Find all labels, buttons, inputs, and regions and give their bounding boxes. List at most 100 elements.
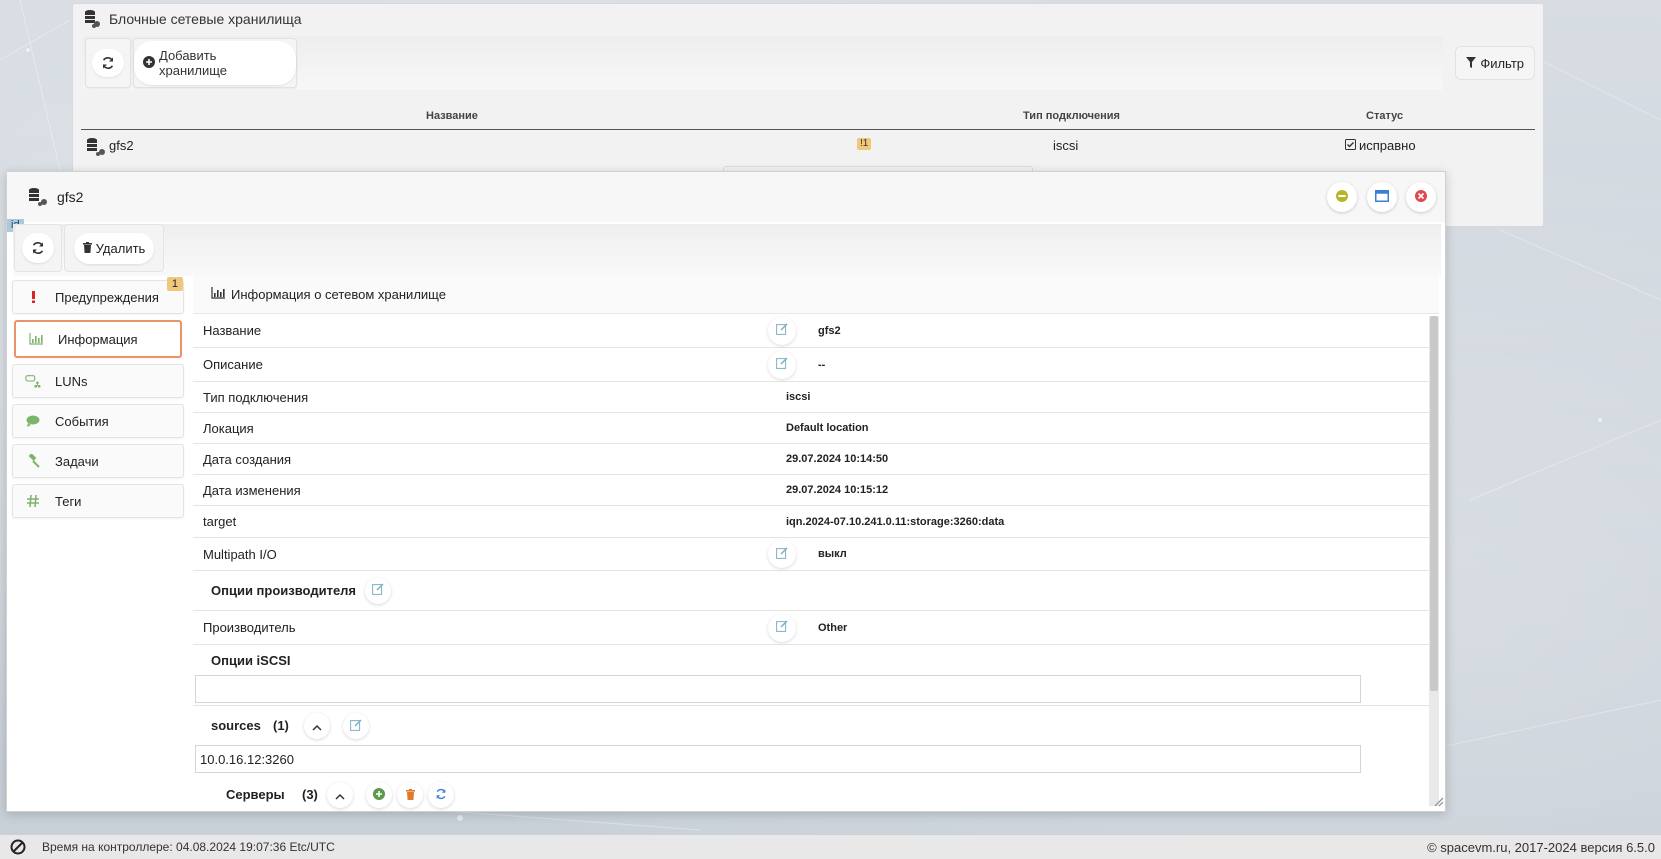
edit-vendor-button[interactable] — [768, 613, 796, 642]
row-value: -- — [818, 358, 826, 371]
trash-icon — [82, 241, 92, 256]
bar-chart-icon — [211, 287, 225, 302]
copyright-version: © spacevm.ru, 2017-2024 версия 6.5.0 — [1427, 839, 1655, 855]
collapse-servers-button[interactable] — [327, 782, 353, 808]
filter-button[interactable]: Фильтр — [1455, 46, 1535, 80]
iscsi-options-field[interactable] — [195, 675, 1361, 703]
info-rows: Название gfs2 Описание -- Тип подключени… — [193, 314, 1429, 812]
sidebar-item-label: Теги — [55, 493, 82, 509]
table-header: Название Тип подключения Статус — [81, 100, 1535, 130]
sidebar-item-label: Информация — [58, 331, 138, 347]
refresh-servers-button[interactable] — [428, 782, 454, 808]
sidebar-item-label: LUNs — [55, 373, 88, 389]
edit-icon — [350, 718, 362, 734]
edit-icon — [776, 357, 788, 372]
edit-vendor-options-button[interactable] — [365, 577, 391, 604]
sidebar-item-info[interactable]: Информация — [14, 320, 182, 358]
source-value: 10.0.16.12:3260 — [200, 751, 294, 767]
edit-name-button[interactable] — [768, 316, 796, 345]
info-section-header: Информация о сетевом хранилище — [193, 276, 1439, 314]
comment-icon — [25, 415, 41, 427]
row-name: gfs2 — [109, 138, 134, 153]
sidebar-item-tasks[interactable]: Задачи — [12, 444, 184, 478]
info-row-multipath: Multipath I/O выкл — [193, 538, 1429, 571]
edit-multipath-button[interactable] — [768, 540, 796, 568]
maximize-button[interactable] — [1367, 182, 1397, 212]
row-label: Локация — [203, 420, 254, 436]
minus-circle-icon — [1335, 189, 1349, 206]
window-titlebar[interactable]: gfs2 — [7, 172, 1445, 222]
iscsi-options-title: Опции iSCSI — [211, 653, 291, 668]
ban-icon[interactable] — [10, 839, 26, 855]
chevron-up-icon — [335, 788, 345, 803]
hashtag-icon — [25, 495, 41, 507]
column-header-name[interactable]: Название — [426, 110, 478, 122]
sidebar-item-luns[interactable]: LUNs — [12, 364, 184, 398]
edit-sources-button[interactable] — [343, 713, 369, 739]
sidebar-item-events[interactable]: События — [12, 404, 184, 438]
sources-title: sources — [211, 718, 261, 733]
delete-label: Удалить — [95, 240, 146, 256]
row-value: Default location — [786, 422, 869, 434]
close-button[interactable] — [1406, 182, 1436, 212]
refresh-icon — [92, 49, 124, 77]
sources-list: 10.0.16.12:3260 — [193, 745, 1429, 775]
refresh-storages-button[interactable] — [85, 38, 131, 88]
vendor-options-title: Опции производителя — [211, 583, 357, 598]
add-server-button[interactable] — [366, 782, 392, 808]
database-icon — [83, 8, 103, 31]
plus-circle-icon — [143, 55, 155, 71]
storages-window-title: Блочные сетевые хранилища — [73, 4, 1543, 34]
row-value: iscsi — [786, 391, 811, 403]
edit-icon — [776, 546, 788, 562]
resize-handle-icon[interactable] — [1432, 795, 1444, 810]
remove-server-button[interactable] — [397, 782, 423, 808]
sidebar-item-warnings[interactable]: Предупреждения 1 — [12, 277, 184, 314]
minimize-button[interactable] — [1327, 182, 1357, 212]
refresh-button[interactable] — [14, 224, 62, 272]
edit-icon — [372, 583, 384, 598]
warnings-count-badge: 1 — [166, 277, 183, 291]
sidebar-item-tags[interactable]: Теги — [12, 484, 184, 518]
refresh-icon — [435, 788, 447, 803]
info-scrollbar[interactable] — [1429, 316, 1439, 806]
trash-icon — [405, 788, 415, 803]
refresh-icon — [22, 233, 54, 263]
add-storage-label: Добавить хранилище — [159, 48, 228, 78]
row-conn-type: iscsi — [1053, 138, 1079, 153]
close-circle-icon — [1414, 189, 1428, 206]
info-row-location: Локация Default location — [193, 413, 1429, 444]
row-label: Название — [203, 323, 262, 338]
row-label: Дата создания — [203, 451, 292, 467]
delete-button[interactable]: Удалить — [64, 224, 164, 272]
column-header-conn-type[interactable]: Тип подключения — [1023, 110, 1120, 122]
scrollbar-thumb[interactable] — [1430, 316, 1438, 691]
gavel-icon — [25, 454, 41, 468]
edit-icon — [776, 323, 788, 338]
add-storage-button[interactable]: Добавить хранилище — [133, 38, 297, 88]
column-header-status[interactable]: Статус — [1366, 110, 1403, 122]
row-value: iqn.2024-07.10.241.0.11:storage:3260:dat… — [786, 515, 1005, 528]
row-status: исправно — [1345, 138, 1416, 153]
filter-label: Фильтр — [1480, 55, 1524, 71]
status-bar: Время на контроллере: 04.08.2024 19:07:3… — [0, 834, 1661, 859]
table-row[interactable]: gfs2 !1 iscsi исправно — [81, 130, 1535, 160]
storage-details-window: gfs2 id Удалить — [6, 171, 1446, 812]
edit-icon — [776, 620, 788, 635]
row-value: Other — [818, 621, 848, 634]
check-square-icon — [1345, 138, 1356, 153]
hdd-network-icon — [25, 373, 41, 389]
window-toolbar — [13, 224, 1441, 276]
row-label: Дата изменения — [203, 482, 301, 498]
row-value: выкл — [818, 548, 847, 560]
info-row-conn-type: Тип подключения iscsi — [193, 382, 1429, 413]
storages-window-title-text: Блочные сетевые хранилища — [109, 11, 302, 27]
plus-circle-icon — [373, 787, 385, 803]
sources-count: (1) — [273, 718, 289, 733]
source-item: 10.0.16.12:3260 — [195, 745, 1361, 773]
edit-description-button[interactable] — [768, 350, 796, 379]
sources-header: sources (1) — [193, 705, 1429, 745]
collapse-sources-button[interactable] — [304, 713, 330, 739]
bar-chart-icon — [28, 333, 44, 345]
storages-table: Название Тип подключения Статус gfs2 !1 … — [81, 100, 1535, 160]
